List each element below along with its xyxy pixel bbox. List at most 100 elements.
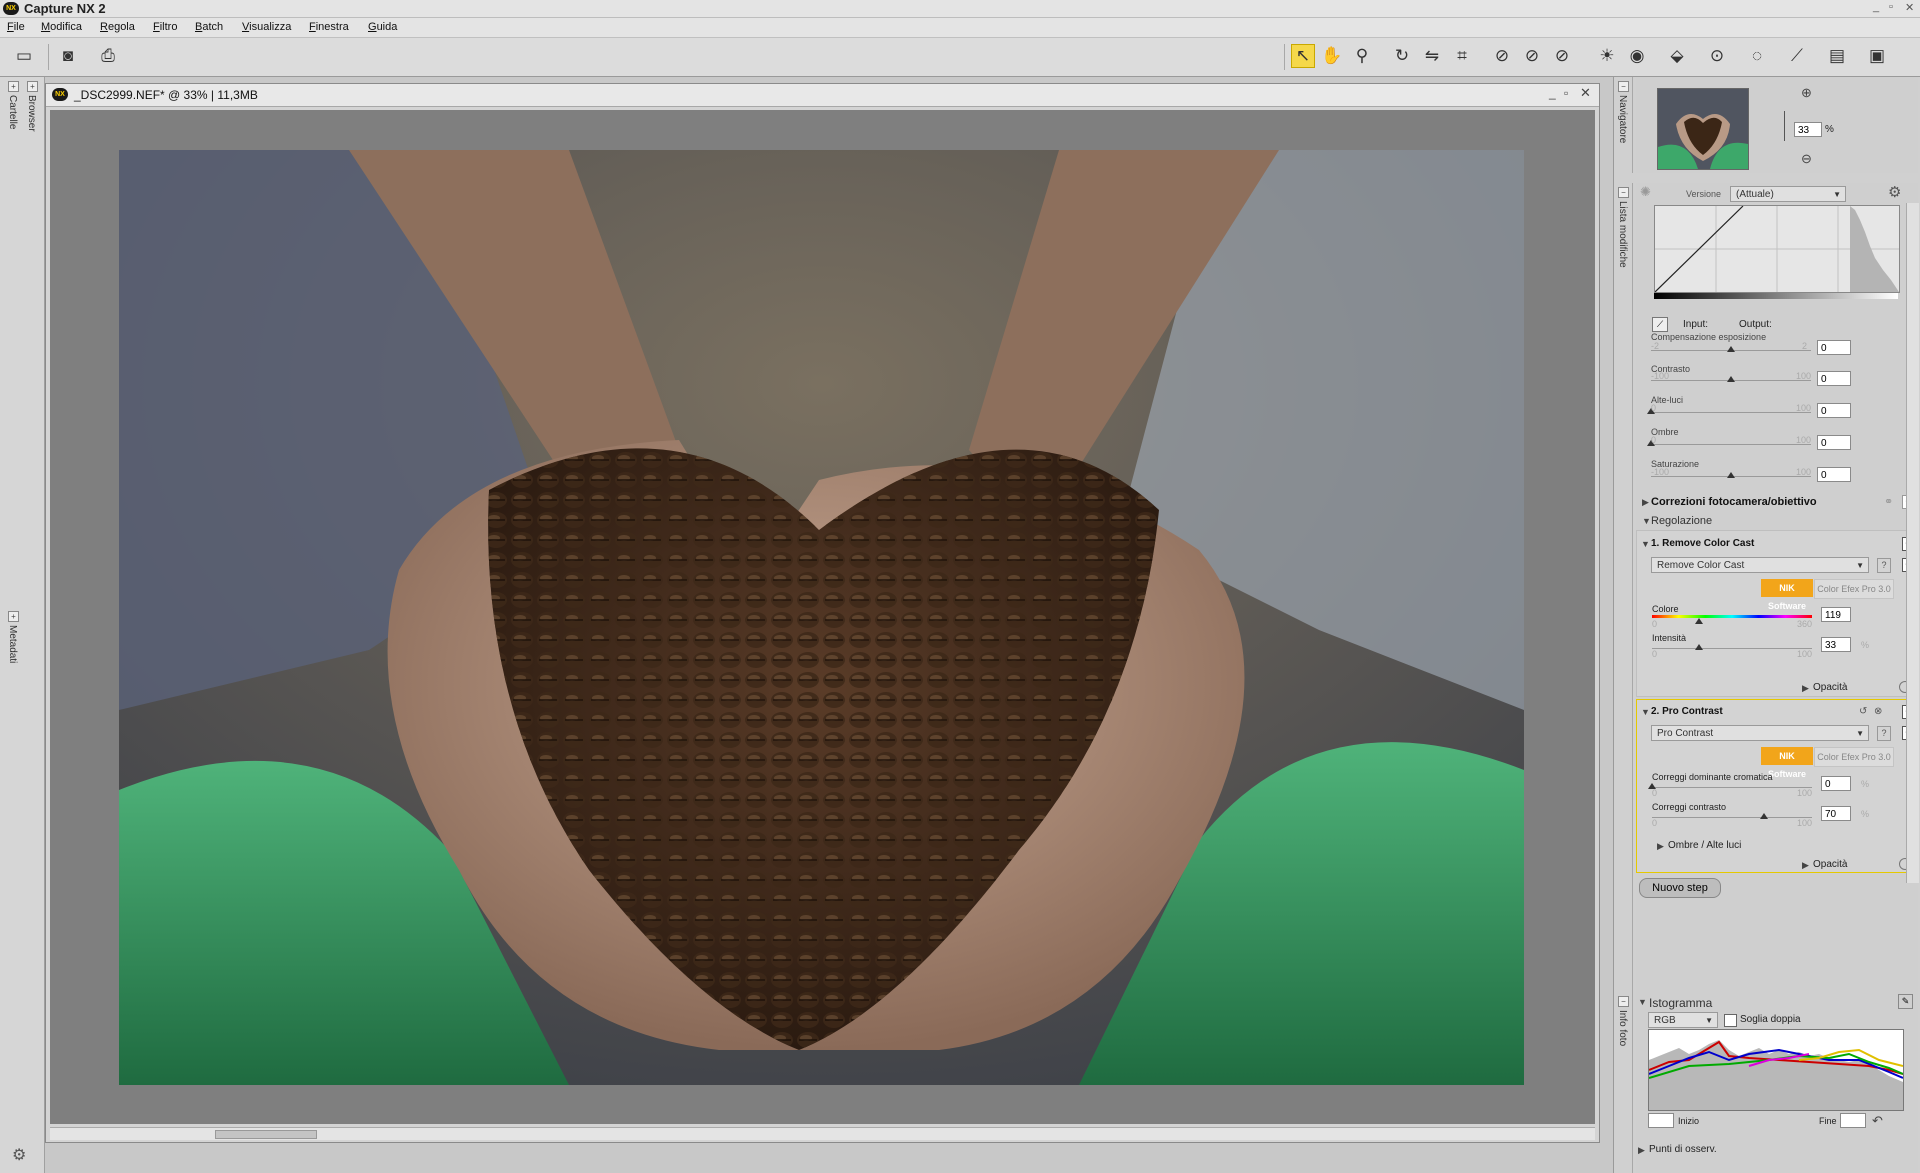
collapse-arrow-icon[interactable]: ▼ bbox=[1641, 539, 1650, 549]
slider-knob[interactable] bbox=[1760, 813, 1768, 819]
slider-track[interactable] bbox=[1652, 817, 1812, 818]
zoom-input[interactable]: 33 bbox=[1794, 122, 1822, 137]
gear-icon[interactable]: ⚙ bbox=[1888, 183, 1901, 201]
expand-icon[interactable]: + bbox=[8, 81, 19, 92]
slider-knob[interactable] bbox=[1695, 618, 1703, 624]
rotate-icon[interactable]: ↻ bbox=[1390, 44, 1414, 68]
delete-step-icon[interactable]: ⊗ bbox=[1874, 706, 1882, 717]
expand-icon[interactable]: + bbox=[27, 81, 38, 92]
value-input[interactable]: 70 bbox=[1821, 806, 1851, 821]
menu-file[interactable]: File bbox=[7, 21, 25, 33]
step1-title[interactable]: 1. Remove Color Cast bbox=[1651, 538, 1754, 549]
fill-plus-icon[interactable]: ▣ bbox=[1865, 44, 1889, 68]
arrow-select-icon[interactable]: ↖ bbox=[1291, 44, 1315, 68]
hue-slider-track[interactable] bbox=[1652, 615, 1812, 618]
zoom-in-icon[interactable]: ⊕ bbox=[1801, 85, 1812, 101]
restore-icon[interactable]: ▫ bbox=[1564, 86, 1568, 100]
zoom-slider-track[interactable] bbox=[1784, 111, 1785, 141]
zoom-out-icon[interactable]: ⊖ bbox=[1801, 151, 1812, 167]
histogram-chart[interactable] bbox=[1648, 1029, 1904, 1111]
help-icon[interactable]: ? bbox=[1877, 558, 1891, 573]
collapse-icon[interactable]: − bbox=[1618, 996, 1629, 1007]
expand-arrow-icon[interactable]: ▶ bbox=[1638, 1145, 1645, 1156]
hand-icon[interactable]: ✋ bbox=[1320, 44, 1344, 68]
crop-icon[interactable]: ⌗ bbox=[1450, 44, 1474, 68]
version-dropdown[interactable]: (Attuale) ▼ bbox=[1730, 186, 1846, 202]
value-input[interactable]: 33 bbox=[1821, 637, 1851, 652]
expand-arrow-icon[interactable]: ▶ bbox=[1642, 497, 1649, 508]
dual-threshold-checkbox[interactable] bbox=[1724, 1014, 1737, 1027]
menu-filtro[interactable]: Filtro bbox=[153, 21, 177, 33]
collapse-arrow-icon[interactable]: ▼ bbox=[1641, 707, 1650, 717]
photo-image[interactable] bbox=[119, 150, 1524, 1085]
menu-modifica[interactable]: Modifica bbox=[41, 21, 82, 33]
value-input[interactable]: 0 bbox=[1817, 435, 1851, 450]
menu-batch[interactable]: Batch bbox=[195, 21, 223, 33]
collapse-icon[interactable]: − bbox=[1618, 81, 1629, 92]
slider-track[interactable] bbox=[1652, 787, 1812, 788]
watch-points-label[interactable]: Punti di osserv. bbox=[1649, 1144, 1717, 1155]
opacity-label[interactable]: Opacità bbox=[1813, 859, 1847, 870]
opacity-label[interactable]: Opacità bbox=[1813, 682, 1847, 693]
slider-track[interactable] bbox=[1651, 412, 1811, 413]
color-point-plus-icon[interactable]: ⊙ bbox=[1705, 44, 1729, 68]
camera-corrections-header[interactable]: Correzioni fotocamera/obiettivo bbox=[1651, 496, 1817, 508]
collapse-arrow-icon[interactable]: ▼ bbox=[1642, 516, 1651, 526]
new-step-button[interactable]: Nuovo step bbox=[1639, 878, 1721, 898]
tab-navigatore[interactable]: Navigatore bbox=[1617, 95, 1628, 143]
menu-regola[interactable]: Regola bbox=[100, 21, 135, 33]
expand-arrow-icon[interactable]: ▶ bbox=[1657, 841, 1664, 852]
info-side-tab[interactable]: − Info foto bbox=[1614, 992, 1633, 1173]
red-eye-icon[interactable]: ⊘ bbox=[1490, 44, 1514, 68]
restore-icon[interactable]: ▫ bbox=[1889, 1, 1893, 13]
camera-icon[interactable]: ◙ bbox=[56, 44, 80, 68]
navigator-thumbnail[interactable] bbox=[1657, 88, 1749, 170]
value-input[interactable]: 0 bbox=[1817, 371, 1851, 386]
control-point-icon[interactable]: ☀ bbox=[1595, 44, 1619, 68]
value-input[interactable]: 0 bbox=[1821, 776, 1851, 791]
slider-track[interactable] bbox=[1651, 444, 1811, 445]
menu-guida[interactable]: Guida bbox=[368, 21, 397, 33]
close-icon[interactable]: ✕ bbox=[1580, 85, 1591, 101]
shadows-highlights-label[interactable]: Ombre / Alte luci bbox=[1668, 840, 1741, 851]
navigator-side-tab[interactable]: − Navigatore bbox=[1614, 77, 1633, 173]
collapse-arrow-icon[interactable]: ▼ bbox=[1638, 997, 1647, 1007]
adjustment-header[interactable]: Regolazione bbox=[1651, 515, 1712, 527]
eyedropper-icon[interactable]: ✎ bbox=[1898, 994, 1913, 1009]
tab-browser[interactable]: Browser bbox=[26, 95, 37, 132]
collapse-icon[interactable]: − bbox=[1618, 187, 1629, 198]
expand-icon[interactable]: + bbox=[8, 611, 19, 622]
tab-lista-modifiche[interactable]: Lista modifiche bbox=[1617, 201, 1628, 268]
scrollbar-thumb[interactable] bbox=[215, 1130, 317, 1139]
step2-title[interactable]: 2. Pro Contrast bbox=[1651, 706, 1723, 717]
minimize-icon[interactable]: _ bbox=[1549, 86, 1556, 100]
pen-plus-icon[interactable]: ⟋ bbox=[1785, 44, 1809, 68]
slider-track[interactable] bbox=[1652, 648, 1812, 649]
gear-icon[interactable]: ⚙ bbox=[12, 1145, 26, 1165]
browser-toggle-icon[interactable]: ▭ bbox=[12, 44, 36, 68]
tab-cartelle[interactable]: Cartelle bbox=[7, 95, 18, 129]
tag-icon[interactable]: ⬙ bbox=[1665, 44, 1689, 68]
value-input[interactable]: 0 bbox=[1817, 403, 1851, 418]
horizontal-scrollbar[interactable] bbox=[50, 1127, 1595, 1140]
minimize-icon[interactable]: _ bbox=[1873, 1, 1879, 13]
expand-arrow-icon[interactable]: ▶ bbox=[1802, 683, 1809, 694]
lasso-icon[interactable]: ⊘ bbox=[1550, 44, 1574, 68]
close-icon[interactable]: ✕ bbox=[1905, 1, 1914, 14]
gradient-plus-icon[interactable]: ▤ bbox=[1825, 44, 1849, 68]
start-input[interactable] bbox=[1648, 1113, 1674, 1128]
curve-edit-icon[interactable]: ⟋ bbox=[1652, 317, 1668, 332]
step1-filter-dropdown[interactable]: Remove Color Cast ▼ bbox=[1651, 557, 1869, 573]
slider-knob[interactable] bbox=[1727, 346, 1735, 352]
zoom-icon[interactable]: ⚲ bbox=[1350, 44, 1374, 68]
menu-finestra[interactable]: Finestra bbox=[309, 21, 349, 33]
slider-knob[interactable] bbox=[1727, 376, 1735, 382]
image-canvas[interactable] bbox=[50, 110, 1595, 1124]
expand-arrow-icon[interactable]: ▶ bbox=[1802, 860, 1809, 871]
eye-icon[interactable]: ◉ bbox=[1625, 44, 1649, 68]
selection-plus-icon[interactable]: ◌ bbox=[1745, 44, 1769, 68]
vertical-scrollbar[interactable] bbox=[1906, 203, 1919, 883]
curve-graph[interactable] bbox=[1654, 205, 1900, 293]
slider-knob[interactable] bbox=[1695, 644, 1703, 650]
value-input[interactable]: 0 bbox=[1817, 340, 1851, 355]
